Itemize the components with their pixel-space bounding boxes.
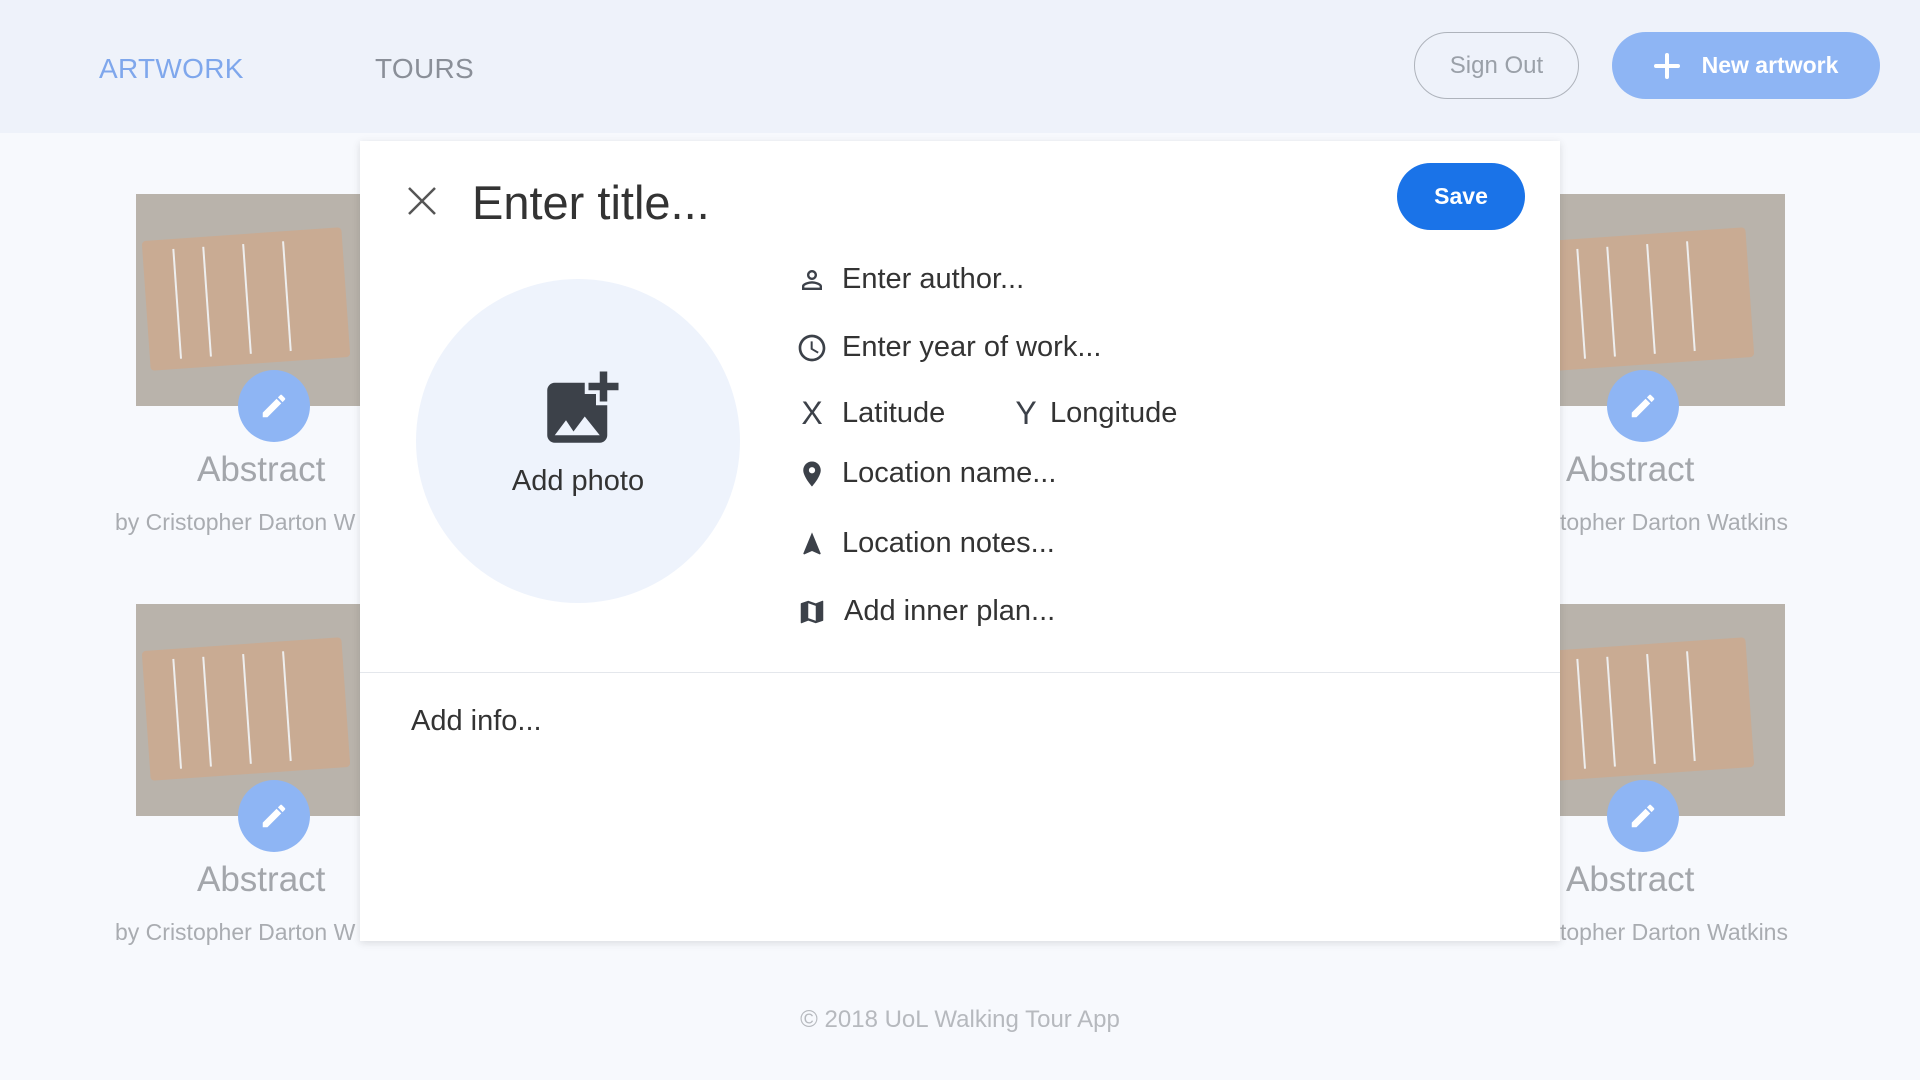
artwork-author: topher Darton Watkins	[1560, 509, 1788, 535]
add-photo-icon	[547, 371, 619, 443]
author-field	[796, 263, 1262, 296]
footer-copyright: © 2018 UoL Walking Tour App	[800, 1006, 1120, 1033]
edit-artwork-button[interactable]	[238, 370, 310, 442]
year-field	[796, 331, 1262, 364]
nav-artwork[interactable]: ARTWORK	[99, 53, 244, 85]
close-icon	[408, 187, 436, 215]
title-input[interactable]	[472, 167, 1352, 237]
location-pin-icon	[796, 458, 828, 490]
longitude-y-icon: Y	[1015, 395, 1037, 431]
artwork-title: Abstract	[197, 450, 326, 489]
artwork-title: Abstract	[197, 860, 326, 899]
new-artwork-dialog: Save Add photo X Y	[360, 141, 1560, 941]
artwork-thumbnail	[136, 194, 361, 406]
save-button[interactable]: Save	[1397, 163, 1525, 230]
artwork-author: by Cristopher Darton W	[115, 509, 356, 535]
location-notes-field	[796, 527, 1262, 560]
artwork-title: Abstract	[1566, 860, 1695, 899]
navigation-arrow-icon	[796, 528, 828, 560]
location-notes-input[interactable]	[842, 527, 1262, 560]
top-bar: ARTWORK TOURS Sign Out New artwork	[0, 0, 1920, 133]
artwork-author: topher Darton Watkins	[1560, 919, 1788, 945]
pencil-icon	[1631, 394, 1655, 418]
sign-out-button[interactable]: Sign Out	[1414, 32, 1579, 99]
latitude-input[interactable]	[842, 397, 992, 430]
artwork-thumbnail	[1560, 604, 1785, 816]
artwork-thumbnail	[1560, 194, 1785, 406]
plus-icon	[1653, 52, 1680, 79]
year-input[interactable]	[842, 331, 1262, 364]
close-button[interactable]	[402, 181, 442, 221]
edit-artwork-button[interactable]	[1607, 780, 1679, 852]
info-input[interactable]	[411, 701, 1511, 741]
artwork-author: by Cristopher Darton W	[115, 919, 356, 945]
artwork-title: Abstract	[1566, 450, 1695, 489]
inner-plan-field	[796, 595, 1264, 628]
new-artwork-button[interactable]: New artwork	[1612, 32, 1880, 99]
divider	[360, 672, 1560, 673]
map-icon	[796, 596, 828, 628]
pencil-icon	[1631, 804, 1655, 828]
edit-artwork-button[interactable]	[238, 780, 310, 852]
clock-icon	[796, 332, 828, 364]
author-input[interactable]	[842, 263, 1262, 296]
location-name-field	[796, 457, 1262, 490]
pencil-icon	[262, 804, 286, 828]
longitude-field: Y	[1010, 395, 1250, 432]
artwork-thumbnail	[136, 604, 361, 816]
new-artwork-label: New artwork	[1701, 52, 1839, 78]
latitude-field: X	[796, 395, 992, 432]
longitude-input[interactable]	[1050, 397, 1250, 430]
person-icon	[796, 264, 828, 296]
add-photo-button[interactable]: Add photo	[416, 279, 740, 603]
location-name-input[interactable]	[842, 457, 1262, 490]
inner-plan-input[interactable]	[844, 595, 1264, 628]
add-photo-label: Add photo	[511, 465, 645, 497]
pencil-icon	[262, 394, 286, 418]
latitude-x-icon: X	[801, 395, 823, 431]
edit-artwork-button[interactable]	[1607, 370, 1679, 442]
nav-tours[interactable]: TOURS	[375, 53, 474, 85]
